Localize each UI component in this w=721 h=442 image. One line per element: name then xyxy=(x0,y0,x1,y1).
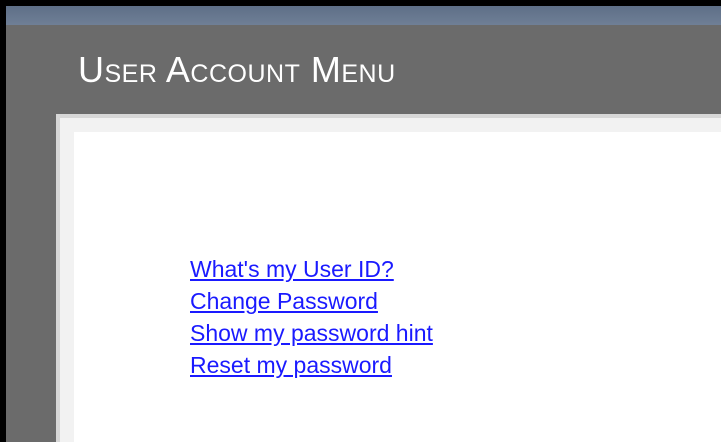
content-frame: What's my User ID? Change Password Show … xyxy=(56,114,721,442)
list-item: Reset my password xyxy=(190,349,433,381)
account-links-list: What's my User ID? Change Password Show … xyxy=(190,253,433,381)
show-password-hint-link[interactable]: Show my password hint xyxy=(190,320,433,346)
user-account-panel: User Account Menu What's my User ID? Cha… xyxy=(6,6,721,442)
screen: User Account Menu What's my User ID? Cha… xyxy=(0,0,721,442)
reset-password-link[interactable]: Reset my password xyxy=(190,352,392,378)
top-band xyxy=(6,6,721,25)
list-item: Change Password xyxy=(190,285,433,317)
change-password-link[interactable]: Change Password xyxy=(190,288,378,314)
page-title: User Account Menu xyxy=(78,49,396,90)
list-item: Show my password hint xyxy=(190,317,433,349)
list-item: What's my User ID? xyxy=(190,253,433,285)
whats-my-user-id-link[interactable]: What's my User ID? xyxy=(190,256,394,282)
content-area: What's my User ID? Change Password Show … xyxy=(74,132,721,442)
